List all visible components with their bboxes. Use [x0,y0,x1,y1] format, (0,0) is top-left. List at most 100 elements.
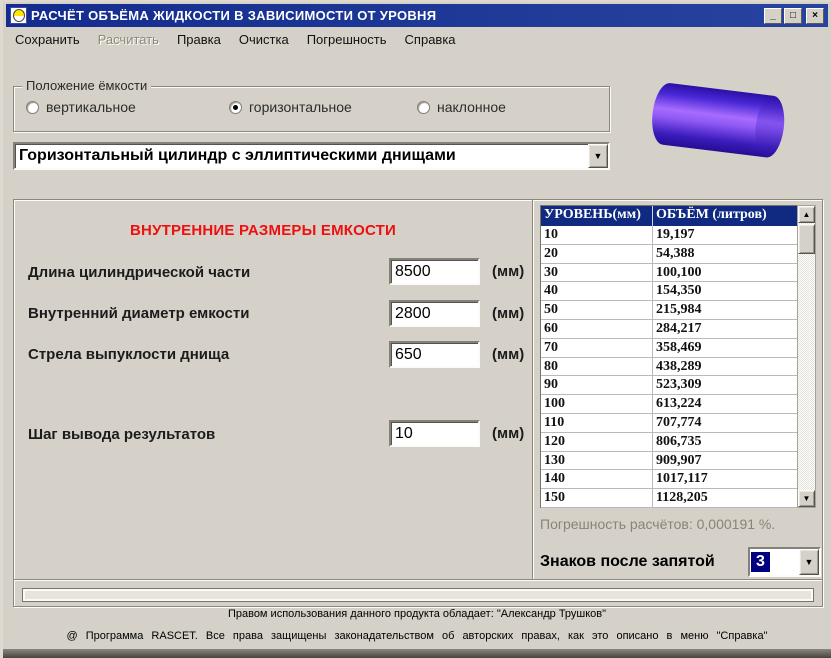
maximize-button[interactable]: □ [784,7,802,24]
dimension-unit-3: (мм) [492,425,525,442]
dimension-input-3[interactable] [389,420,480,447]
cell-volume: 1128,205 [656,490,708,506]
cell-volume: 284,217 [656,320,702,336]
footer-copyright-text: @ Программа RASCET. Все права защищены з… [66,630,768,642]
scrollbar-thumb[interactable] [798,224,815,254]
chevron-down-icon: ▼ [593,151,603,161]
column-header-level: УРОВЕНЬ(мм) [541,206,653,226]
results-table[interactable]: УРОВЕНЬ(мм) ОБЪЁМ (литров) 10 19,197 20 54,… [540,205,797,508]
minimize-button[interactable]: _ [764,7,782,24]
radio-option-0[interactable]: вертикальное [26,99,136,115]
table-row[interactable]: 60 284,217 [541,319,797,339]
dimensions-title: ВНУТРЕННИЕ РАЗМЕРЫ ЕМКОСТИ [130,222,396,239]
table-row[interactable]: 50 215,984 [541,301,797,320]
table-row[interactable]: 140 1017,117 [541,470,797,490]
menu-item-2[interactable]: Правка [168,30,230,49]
close-button[interactable]: × [806,7,824,24]
app-icon [10,7,27,24]
table-row[interactable]: 30 100,100 [541,263,797,283]
cell-volume: 19,197 [656,227,695,242]
table-body: 10 19,197 20 54,388 30 100,100 40 154,350 50 215,… [541,226,797,508]
dimension-input-1[interactable] [389,300,480,327]
cell-volume: 100,100 [656,264,702,280]
tank-egg-icon [12,9,25,22]
cell-level: 130 [541,451,653,470]
cell-level: 100 [541,395,653,413]
table-row[interactable]: 150 1128,205 [541,489,797,508]
window-bottom-edge [3,649,831,658]
scroll-up-button[interactable]: ▲ [798,206,815,223]
cell-volume: 438,289 [656,358,702,374]
menu-item-3[interactable]: Очистка [230,30,298,49]
dimension-input-2[interactable] [389,341,480,368]
dimension-unit-0: (мм) [492,263,525,280]
radio-option-2[interactable]: наклонное [417,99,506,115]
radio-circle-icon[interactable] [417,100,430,114]
cell-level: 140 [541,470,653,489]
cell-level: 150 [541,489,653,507]
radio-label: наклонное [437,99,506,115]
column-header-volume: ОБЪЁМ (литров) [656,207,767,222]
radio-row: вертикальное горизонтальное наклонное [14,99,609,121]
accuracy-text: Погрешность расчётов: 0,000191 %. [540,516,776,532]
cell-volume: 806,735 [656,433,702,449]
cell-level: 50 [541,301,653,319]
radio-label: горизонтальное [249,99,352,115]
cell-level: 120 [541,432,653,451]
decimals-field: 3 [750,549,799,575]
cell-level: 20 [541,244,653,263]
panel-horizontal-divider [14,579,822,581]
cell-volume: 154,350 [656,283,702,299]
tank-type-value: Горизонтальный цилиндр с эллиптическими … [19,147,456,164]
cell-volume: 54,388 [656,245,695,261]
menu-item-0[interactable]: Сохранить [6,30,89,49]
table-row[interactable]: 40 154,350 [541,282,797,302]
table-row[interactable]: 100 613,224 [541,395,797,414]
tank-type-dropdown-button[interactable]: ▼ [588,144,608,168]
table-row[interactable]: 130 909,907 [541,451,797,471]
table-row[interactable]: 120 806,735 [541,432,797,452]
progress-bar [22,588,814,602]
dimension-label-3: Шаг вывода результатов [28,426,216,443]
cell-level: 60 [541,319,653,338]
table-row[interactable]: 10 19,197 [541,226,797,245]
decimals-value: 3 [751,552,770,572]
table-row[interactable]: 80 438,289 [541,357,797,377]
scroll-down-button[interactable]: ▼ [798,490,815,507]
chevron-down-icon: ▼ [804,557,814,567]
cell-volume: 707,774 [656,414,702,430]
group-title: Положение ёмкости [22,78,152,93]
radio-circle-icon[interactable] [26,100,39,114]
arrow-down-icon: ▼ [802,494,811,503]
dimension-label-1: Внутренний диаметр емкости [28,305,250,322]
table-row[interactable]: 110 707,774 [541,413,797,433]
decimals-dropdown-button[interactable]: ▼ [799,549,819,575]
radio-label: вертикальное [46,99,136,115]
menu-item-1: Расчитать [97,32,159,47]
dimension-unit-1: (мм) [492,305,525,322]
menu-item-5[interactable]: Справка [396,30,465,49]
cell-volume: 523,309 [656,377,702,393]
cell-level: 90 [541,376,653,395]
dimension-label-0: Длина цилиндрической части [28,264,251,281]
table-row[interactable]: 70 358,469 [541,338,797,358]
table-row[interactable]: 90 523,309 [541,376,797,396]
dimension-unit-2: (мм) [492,346,525,363]
table-row[interactable]: 20 54,388 [541,244,797,264]
table-scrollbar[interactable]: ▲ ▼ [797,205,816,508]
cell-level: 40 [541,282,653,301]
tank-position-group: Положение ёмкости вертикальное горизонтал… [13,78,610,132]
tank-type-combobox[interactable]: Горизонтальный цилиндр с эллиптическими … [13,142,610,170]
decimals-combobox[interactable]: 3 ▼ [748,547,821,577]
titlebar: РАСЧЁТ ОБЪЁМА ЖИДКОСТИ В ЗАВИСИМОСТИ ОТ … [6,4,828,27]
table-header: УРОВЕНЬ(мм) ОБЪЁМ (литров) [541,206,797,226]
radio-circle-icon[interactable] [229,100,242,114]
app-window: РАСЧЁТ ОБЪЁМА ЖИДКОСТИ В ЗАВИСИМОСТИ ОТ … [0,0,831,658]
dimension-input-0[interactable] [389,258,480,285]
radio-option-1[interactable]: горизонтальное [229,99,352,115]
cell-level: 70 [541,338,653,357]
menubar: Сохранить Расчитать Правка Очистка Погрешнос… [6,29,828,50]
cell-level: 110 [541,413,653,432]
menu-item-4[interactable]: Погрешность [298,30,396,49]
tank-cylinder-image [652,83,785,158]
